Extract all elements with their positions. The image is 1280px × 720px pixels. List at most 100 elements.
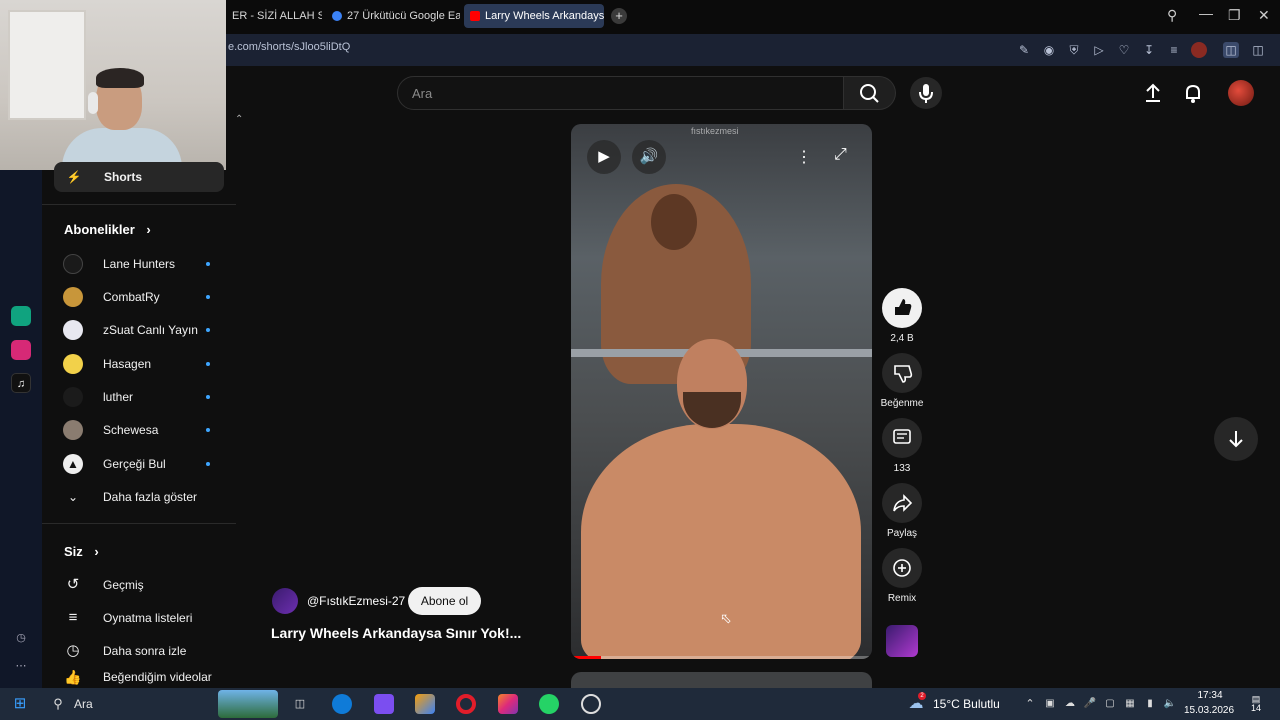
menu-icon[interactable]: ≡ bbox=[1166, 42, 1182, 58]
opera-icon[interactable] bbox=[456, 694, 476, 714]
notifications-button[interactable]: ▤ 14 bbox=[1245, 694, 1267, 714]
search-box bbox=[397, 76, 844, 110]
clock-time[interactable]: 17:34 bbox=[1193, 690, 1227, 701]
channel-avatar bbox=[63, 354, 83, 374]
sidebar-item-combatry[interactable]: CombatRy bbox=[42, 282, 222, 312]
next-short-button[interactable] bbox=[1214, 417, 1258, 461]
channel-avatar[interactable] bbox=[272, 588, 298, 614]
video-title[interactable]: Larry Wheels Arkandaysa Sınır Yok!... bbox=[271, 625, 521, 641]
sidebar-item-label: Hasagen bbox=[103, 357, 152, 371]
screen-icon[interactable]: ▦ bbox=[1120, 694, 1140, 714]
tray-app-icon[interactable]: ▣ bbox=[1040, 694, 1060, 714]
shield-icon[interactable]: ⛨ bbox=[1066, 42, 1082, 58]
share-button[interactable] bbox=[882, 483, 922, 523]
progress-track[interactable] bbox=[571, 656, 872, 659]
sidebar-item-watch-later[interactable]: ◷ Daha sonra izle bbox=[42, 636, 222, 666]
channel-avatar bbox=[63, 420, 83, 440]
extension-icon[interactable]: ◫ bbox=[1223, 42, 1239, 58]
chevron-up-icon[interactable]: ⌃ bbox=[1020, 694, 1040, 714]
fullscreen-icon[interactable]: ⤢ bbox=[834, 146, 847, 164]
search-icon[interactable]: ⚲ bbox=[48, 694, 68, 714]
copilot-icon[interactable] bbox=[415, 694, 435, 714]
edit-icon[interactable]: ✎ bbox=[1016, 42, 1032, 58]
sidebar-item-liked-videos[interactable]: 👍 Beğendiğim videolar bbox=[42, 666, 222, 688]
history-clock-icon[interactable]: ◷ bbox=[11, 628, 31, 648]
close-button[interactable]: ✕ bbox=[1258, 7, 1270, 24]
weather-label[interactable]: 15°C Bulutlu bbox=[933, 697, 1000, 711]
sidebar-item-lane-hunters[interactable]: Lane Hunters bbox=[42, 249, 222, 279]
more-icon[interactable]: ⋯ bbox=[11, 656, 31, 676]
new-tab-button[interactable]: + bbox=[611, 8, 627, 24]
sidebar-item-luther[interactable]: luther bbox=[42, 382, 222, 412]
sidebar-item-zsuat[interactable]: zSuat Canlı Yayın bbox=[42, 315, 222, 345]
maximize-button[interactable]: ❐ bbox=[1228, 7, 1241, 24]
youtube-icon bbox=[470, 11, 480, 21]
sound-thumbnail[interactable] bbox=[886, 625, 918, 657]
cube-icon[interactable]: ◫ bbox=[1250, 42, 1266, 58]
sidebar-item-playlists[interactable]: ≡ Oynatma listeleri bbox=[42, 603, 222, 633]
onedrive-icon[interactable]: ☁ bbox=[1060, 694, 1080, 714]
download-icon[interactable]: ↧ bbox=[1141, 42, 1157, 58]
dislike-button[interactable] bbox=[882, 353, 922, 393]
minimize-button[interactable]: — bbox=[1199, 5, 1213, 21]
show-more-button[interactable]: ⌄ Daha fazla göster bbox=[42, 482, 222, 512]
next-short-preview[interactable] bbox=[571, 672, 872, 688]
notifications-bell-icon[interactable] bbox=[1182, 82, 1204, 109]
sidebar-item-label: Beğendiğim videolar bbox=[103, 670, 212, 684]
display-icon[interactable]: ▢ bbox=[1100, 694, 1120, 714]
tiktok-icon[interactable]: ♫ bbox=[11, 373, 31, 393]
whatsapp-icon[interactable] bbox=[539, 694, 559, 714]
arrow-down-icon bbox=[1229, 431, 1243, 448]
tab-active[interactable]: Larry Wheels Arkandaysa bbox=[464, 4, 604, 28]
clock-date[interactable]: 15.03.2026 bbox=[1184, 705, 1234, 716]
battery-icon[interactable]: ▮ bbox=[1140, 694, 1160, 714]
search-button[interactable] bbox=[844, 76, 896, 110]
new-content-dot bbox=[206, 462, 210, 466]
search-tabs-icon[interactable]: ⚲ bbox=[1167, 7, 1177, 24]
search-input[interactable] bbox=[412, 86, 812, 101]
edge-icon[interactable] bbox=[332, 694, 352, 714]
voice-search-button[interactable] bbox=[910, 77, 942, 109]
sidebar-item-gercegi-bul[interactable]: ▲ Gerçeği Bul bbox=[42, 449, 222, 479]
sidebar-item-hasagen[interactable]: Hasagen bbox=[42, 349, 222, 379]
video-editor-icon[interactable] bbox=[374, 694, 394, 714]
task-view-icon[interactable]: ◫ bbox=[290, 694, 310, 714]
player-icon[interactable]: ▷ bbox=[1091, 42, 1107, 58]
chevron-up-icon[interactable]: ⌃ bbox=[235, 114, 243, 125]
chatgpt-icon[interactable] bbox=[11, 306, 31, 326]
tab-1[interactable]: ER - SİZİ ALLAH SEVS bbox=[226, 4, 322, 28]
channel-handle[interactable]: @FıstıkEzmesi-27 bbox=[307, 594, 405, 608]
subscriptions-header[interactable]: Abonelikler › bbox=[64, 222, 151, 237]
thumbs-up-icon bbox=[895, 299, 912, 315]
volume-icon[interactable]: 🔈 bbox=[1160, 694, 1180, 714]
play-button[interactable]: ▶ bbox=[587, 140, 621, 174]
windows-start-icon[interactable]: ⊞ bbox=[10, 694, 30, 714]
camera-icon[interactable]: ◉ bbox=[1041, 42, 1057, 58]
remix-button[interactable] bbox=[882, 548, 922, 588]
playlists-icon: ≡ bbox=[68, 609, 78, 626]
tab-2[interactable]: 27 Ürkütücü Google Earth bbox=[326, 4, 460, 28]
heart-icon[interactable]: ♡ bbox=[1116, 42, 1132, 58]
url-field[interactable]: e.com/shorts/sJloo5liDtQ bbox=[228, 41, 350, 53]
profile-icon[interactable] bbox=[1191, 42, 1207, 58]
comments-button[interactable] bbox=[882, 418, 922, 458]
upload-icon[interactable] bbox=[1142, 82, 1164, 109]
more-options-icon[interactable]: ⋮ bbox=[796, 147, 812, 167]
search-highlight-image[interactable] bbox=[218, 690, 278, 718]
you-header[interactable]: Siz › bbox=[64, 544, 99, 559]
short-video-player[interactable]: fıstıkezmesi ▶ 🔊 ⋮ ⤢ bbox=[571, 124, 872, 659]
volume-button[interactable]: 🔊 bbox=[632, 140, 666, 174]
instagram-icon[interactable] bbox=[11, 340, 31, 360]
obs-icon[interactable] bbox=[581, 694, 601, 714]
new-content-dot bbox=[206, 295, 210, 299]
taskbar-search-label[interactable]: Ara bbox=[74, 697, 93, 711]
sidebar-item-history[interactable]: ↺ Geçmiş bbox=[42, 570, 222, 600]
instagram-icon[interactable] bbox=[498, 694, 518, 714]
microphone-tray-icon[interactable]: 🎤 bbox=[1080, 694, 1100, 714]
background-window bbox=[8, 10, 86, 120]
like-button[interactable] bbox=[882, 288, 922, 328]
sidebar-item-schewesa[interactable]: Schewesa bbox=[42, 415, 222, 445]
subscribe-button[interactable]: Abone ol bbox=[408, 587, 481, 615]
profile-avatar[interactable] bbox=[1228, 80, 1254, 106]
sidebar-item-shorts[interactable]: ⚡ Shorts bbox=[54, 162, 224, 192]
